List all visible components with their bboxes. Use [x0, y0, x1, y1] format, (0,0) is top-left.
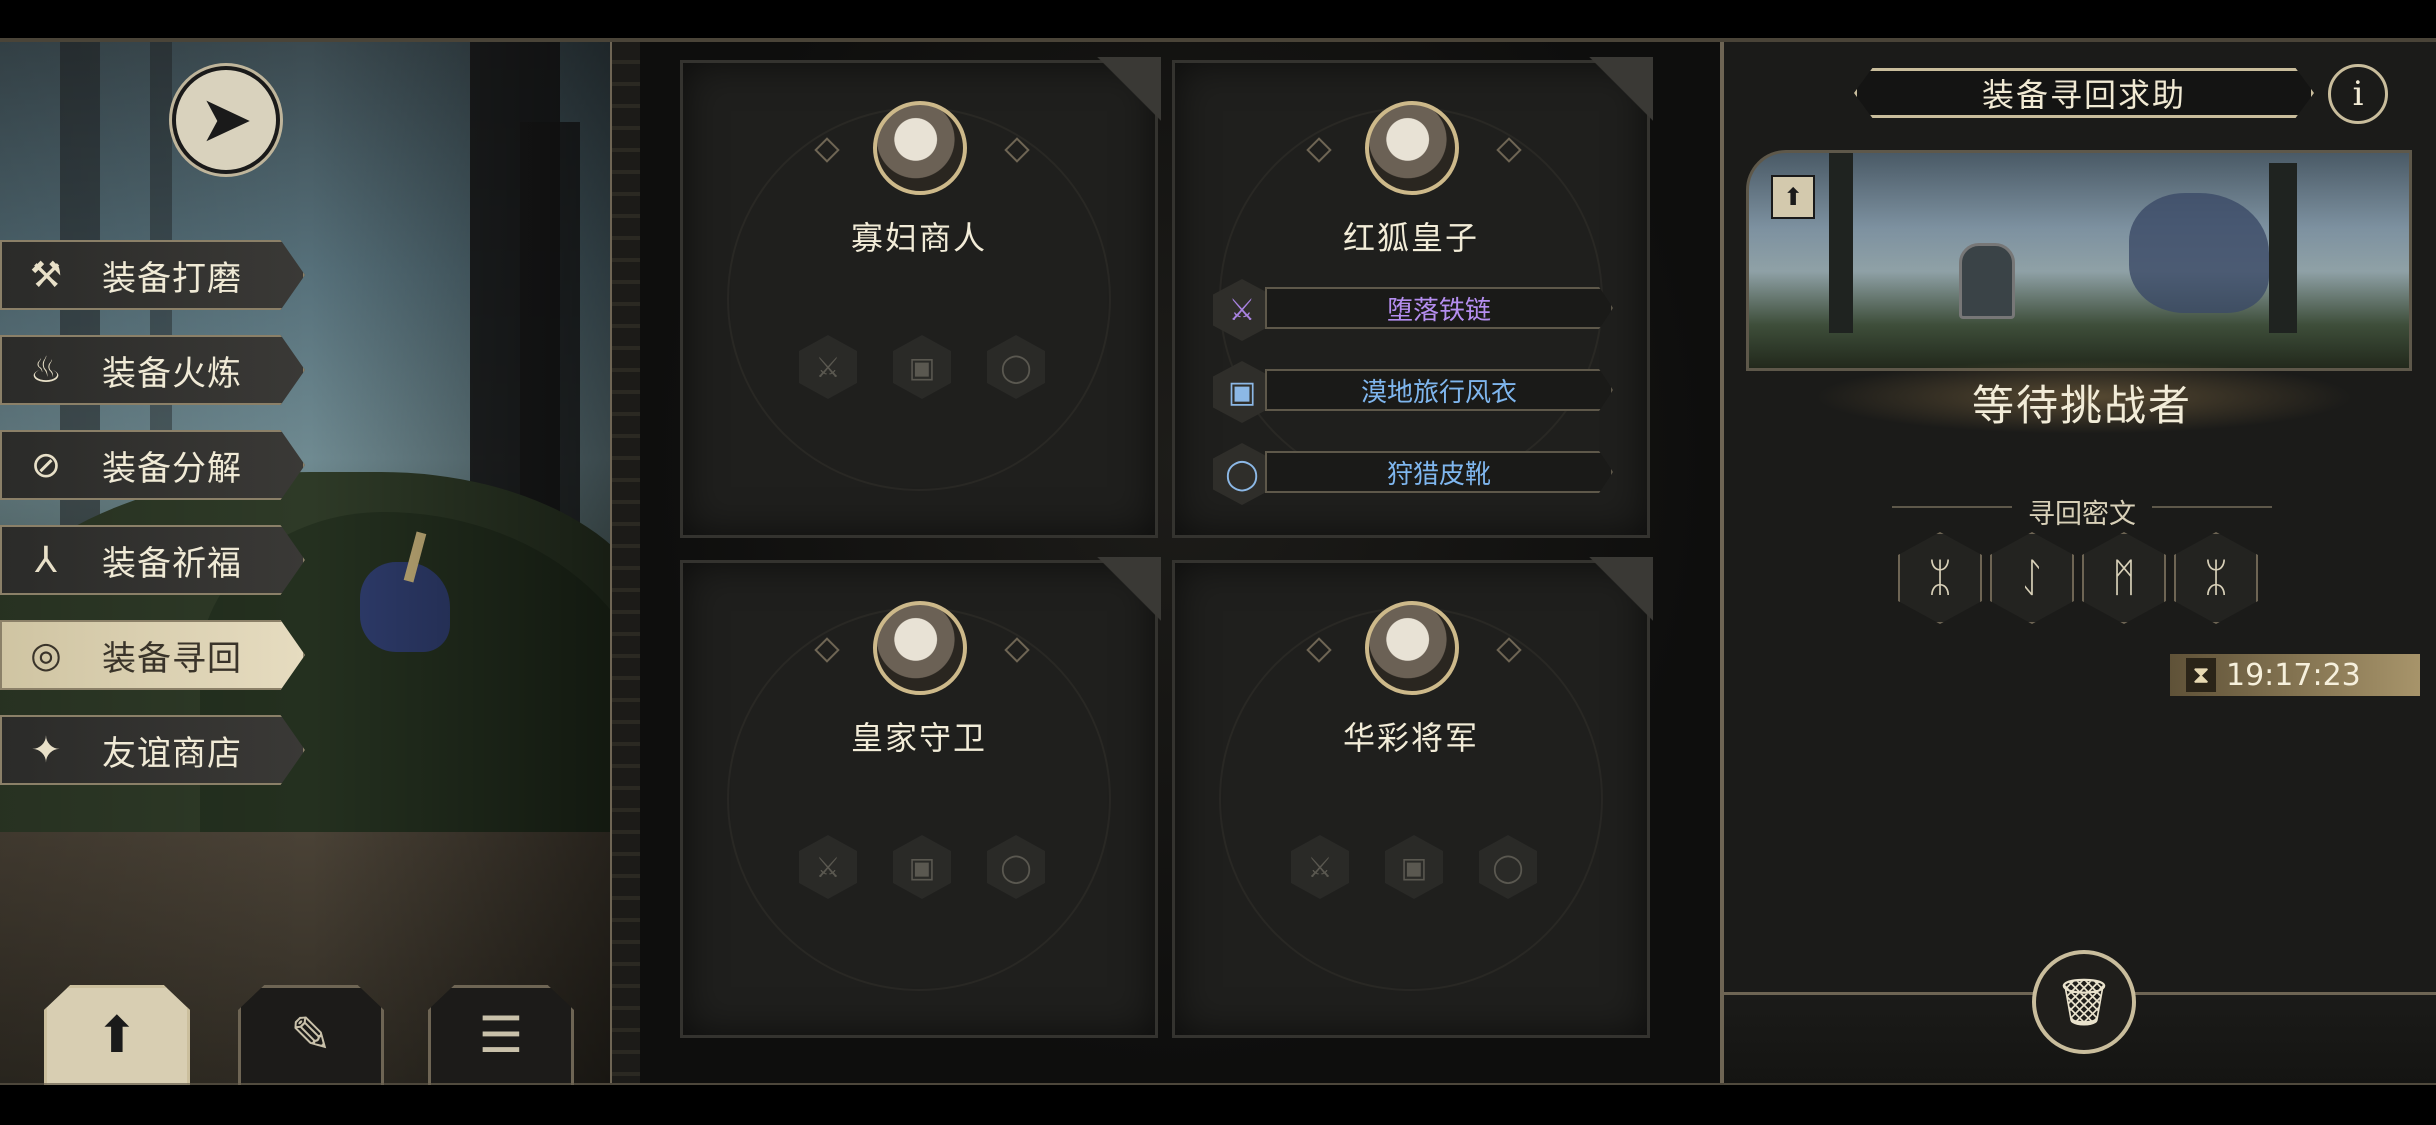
- upload-icon: ⬆: [96, 1006, 138, 1064]
- menu-item-decompose[interactable]: ⊘ 装备分解: [0, 430, 305, 500]
- timer-value: 19:17:23: [2226, 657, 2361, 693]
- tab-list[interactable]: ☰: [428, 985, 574, 1085]
- menu-item-label: 友谊商店: [102, 733, 242, 774]
- menu-item-label: 装备分解: [102, 448, 242, 489]
- hero-name: 寡妇商人: [850, 219, 987, 257]
- rock: [2129, 193, 2269, 313]
- hero-card[interactable]: 寡妇商人 ⚔ ▣ ◯: [680, 57, 1161, 538]
- hero-card[interactable]: 皇家守卫 ⚔ ▣ ◯: [680, 557, 1161, 1038]
- trash-icon: 🗑: [2054, 974, 2114, 1029]
- countdown-timer: ⧗ 19:17:23: [2170, 654, 2420, 696]
- hero-portrait: [1365, 601, 1459, 695]
- equipment-name: 漠地旅行风衣: [1265, 369, 1613, 411]
- menu-item-label: 装备打磨: [102, 258, 242, 299]
- armor-icon: ▣: [1213, 361, 1271, 423]
- decompose-icon: ⊘: [30, 444, 62, 486]
- altar-stone: [1959, 243, 2015, 319]
- ornate-divider: [610, 42, 644, 1083]
- back-button[interactable]: ➤: [172, 66, 280, 174]
- card-corner: [1583, 557, 1653, 627]
- info-button[interactable]: i: [2328, 64, 2388, 124]
- challenge-status: 等待挑战者: [1971, 381, 2192, 430]
- sword-icon: ⚔: [1213, 279, 1271, 341]
- feather-icon: ✎: [290, 1006, 332, 1064]
- hero-name: 红狐皇子: [1342, 219, 1479, 257]
- menu-item-bless[interactable]: ⅄ 装备祈福: [0, 525, 305, 595]
- equipment-row[interactable]: ▣ 漠地旅行风衣: [1213, 361, 1623, 423]
- list-icon: ☰: [478, 1006, 524, 1064]
- hourglass-icon: ⧗: [2186, 658, 2216, 692]
- target-icon: ◎: [30, 634, 62, 676]
- card-corner: [1091, 57, 1161, 127]
- runes-label: 寻回密文: [2028, 499, 2136, 530]
- menu-item-label: 装备祈福: [102, 543, 242, 584]
- fox-icon: ✦: [30, 729, 62, 771]
- menu-item-friend-shop[interactable]: ✦ 友谊商店: [0, 715, 305, 785]
- menu-item-forge[interactable]: ♨ 装备火炼: [0, 335, 305, 405]
- hero-card[interactable]: 华彩将军 ⚔ ▣ ◯: [1172, 557, 1653, 1038]
- panel-header: 装备寻回求助: [1854, 68, 2314, 118]
- card-corner: [1583, 57, 1653, 127]
- hammer-icon: ⚒: [29, 254, 63, 296]
- equipment-name: 堕落铁链: [1265, 287, 1613, 329]
- menu-item-label: 装备寻回: [102, 638, 242, 679]
- top-frame: [0, 0, 2436, 42]
- rune-icon: ᛗ: [2082, 532, 2166, 624]
- flame-icon: ♨: [29, 349, 63, 391]
- menu-item-label: 装备火炼: [102, 353, 242, 394]
- hero-portrait: [1365, 101, 1459, 195]
- hero-portrait: [873, 601, 967, 695]
- rune-icon: ᛇ: [1990, 532, 2074, 624]
- rune-icon: ᛯ: [2174, 532, 2258, 624]
- panel-title: 装备寻回求助: [1854, 68, 2314, 118]
- back-arrow-icon: ➤: [199, 83, 253, 157]
- trash-button[interactable]: 🗑: [2032, 950, 2136, 1054]
- hero-name: 皇家守卫: [850, 719, 987, 757]
- upload-icon[interactable]: ⬆: [1771, 175, 1815, 219]
- hero-name: 华彩将军: [1342, 719, 1479, 757]
- equipment-name: 狩猎皮靴: [1265, 451, 1613, 493]
- menu-item-retrieve[interactable]: ◎ 装备寻回: [0, 620, 305, 690]
- card-corner: [1091, 557, 1161, 627]
- equipment-row[interactable]: ◯ 狩猎皮靴: [1213, 443, 1623, 505]
- retrieve-help-panel: 装备寻回求助 i ⬆ 等待挑战者 寻回密文 ᛯ ᛇ ᛗ ᛯ ⧗ 19:17:23…: [1720, 42, 2436, 1086]
- tree-trunk: [2269, 163, 2297, 333]
- tab-feather[interactable]: ✎: [238, 985, 384, 1085]
- ring-icon: ◯: [1213, 443, 1271, 505]
- tab-upload[interactable]: ⬆: [44, 985, 190, 1085]
- bottom-frame: [0, 1085, 2436, 1125]
- pray-hands-icon: ⅄: [35, 539, 57, 581]
- hero-portrait: [873, 101, 967, 195]
- challenge-scene-image: ⬆: [1746, 150, 2412, 371]
- rune-icon: ᛯ: [1898, 532, 1982, 624]
- menu-item-polish[interactable]: ⚒ 装备打磨: [0, 240, 305, 310]
- tree-trunk: [1829, 153, 1853, 333]
- divider-line: [2152, 506, 2272, 508]
- equipment-row[interactable]: ⚔ 堕落铁链: [1213, 279, 1623, 341]
- hero-card[interactable]: 红狐皇子 ⚔ 堕落铁链 ▣ 漠地旅行风衣 ◯ 狩猎皮靴: [1172, 57, 1653, 538]
